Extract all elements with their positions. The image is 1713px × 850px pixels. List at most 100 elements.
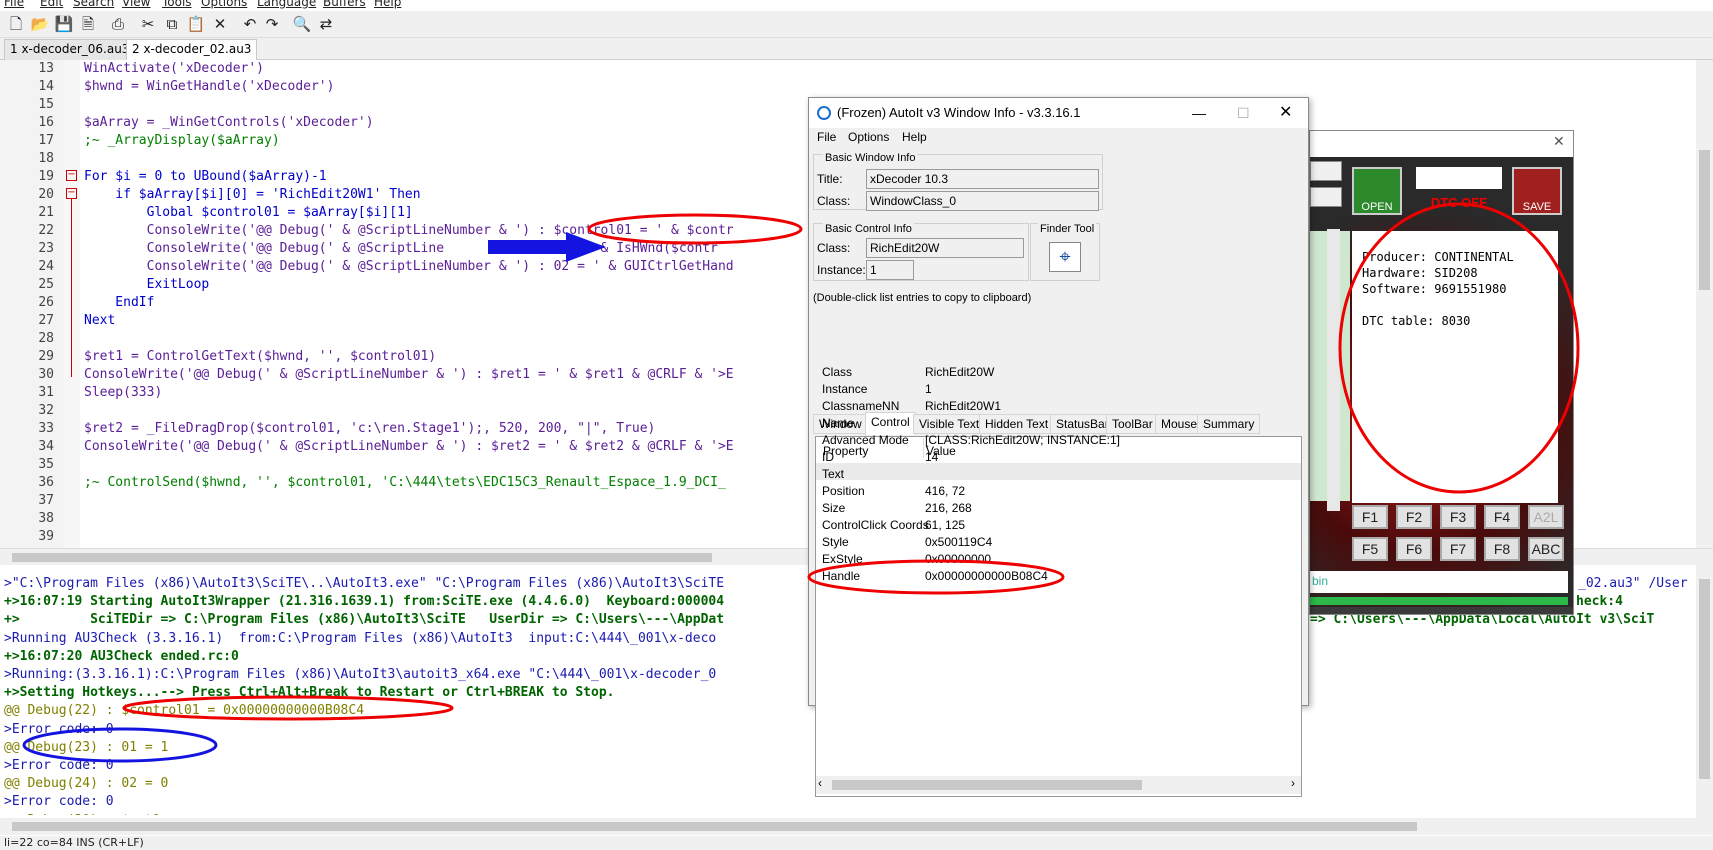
tab-summary[interactable]: Summary [1197, 414, 1261, 434]
menu-edit[interactable]: Edit [40, 0, 63, 9]
abc-button[interactable]: ABC [1528, 537, 1564, 561]
code-line[interactable]: ConsoleWrite('@@ Debug(' & @ScriptLineNu… [84, 366, 734, 384]
undo-icon[interactable]: ↶ [240, 14, 260, 34]
property-name[interactable]: ClassnameNN [822, 399, 899, 413]
code-line[interactable]: ConsoleWrite('@@ Debug(' & @ScriptLineNu… [84, 258, 734, 276]
list-horizontal-scrollbar[interactable]: ‹ › [816, 776, 1301, 794]
property-name[interactable]: Position [822, 484, 865, 498]
open-folder-icon[interactable]: 📂 [30, 14, 50, 34]
menu-options[interactable]: Options [201, 0, 247, 9]
property-name[interactable]: Name [822, 416, 854, 430]
menu-buffers[interactable]: Buffers [323, 0, 366, 9]
menu-help[interactable]: Help [902, 130, 927, 144]
property-value[interactable]: 416, 72 [925, 484, 965, 498]
menu-help[interactable]: Help [374, 0, 401, 9]
property-name[interactable]: ID [822, 450, 834, 464]
fold-icon[interactable]: − [66, 188, 77, 199]
f7-button[interactable]: F7 [1440, 537, 1476, 561]
new-file-icon[interactable]: 🗋 [6, 14, 26, 34]
code-line[interactable]: $ret2 = _FileDragDrop($control01, 'c:\re… [84, 420, 655, 438]
class-field[interactable]: WindowClass_0 [866, 191, 1099, 211]
tab-control[interactable]: Control [865, 412, 916, 435]
f5-button[interactable]: F5 [1352, 537, 1388, 561]
menu-tools[interactable]: Tools [162, 0, 192, 9]
menu-view[interactable]: View [122, 0, 150, 9]
menu-file[interactable]: File [4, 0, 24, 9]
find-icon[interactable]: 🔍 [292, 14, 312, 34]
property-value[interactable]: RichEdit20W [925, 365, 994, 379]
tab-x-decoder-02[interactable]: 2 x-decoder_02.au3 [126, 39, 258, 60]
maximize-icon[interactable]: ☐ [1237, 98, 1250, 128]
code-line[interactable]: For $i = 0 to UBound($aArray)-1 [84, 168, 327, 186]
f8-button[interactable]: F8 [1484, 537, 1520, 561]
code-line[interactable]: ;~ _ArrayDisplay($aArray) [84, 132, 280, 150]
code-line[interactable]: WinActivate('xDecoder') [84, 60, 264, 78]
code-line[interactable]: ExitLoop [84, 276, 210, 294]
property-list[interactable] [815, 436, 1302, 797]
f4-button[interactable]: F4 [1484, 505, 1520, 529]
property-name[interactable]: Class [822, 365, 852, 379]
property-name[interactable]: ControlClick Coords [822, 518, 929, 532]
code-line[interactable]: Sleep(333) [84, 384, 162, 402]
console-vertical-scrollbar[interactable] [1696, 565, 1713, 818]
copy-icon[interactable]: ⧉ [162, 14, 182, 34]
text-field[interactable] [1416, 167, 1502, 189]
close-icon[interactable]: ✕ [1553, 134, 1565, 150]
cut-icon[interactable]: ✂ [138, 14, 158, 34]
print-icon[interactable]: ⎙ [108, 14, 128, 34]
tab-mouse[interactable]: Mouse [1155, 414, 1204, 434]
menu-options[interactable]: Options [848, 130, 889, 144]
close-icon[interactable]: ✕ [1279, 98, 1292, 128]
property-value[interactable]: [CLASS:RichEdit20W; INSTANCE:1] [925, 433, 1120, 447]
code-line[interactable]: ConsoleWrite('@@ Debug(' & @ScriptLineNu… [84, 438, 734, 456]
menu-language[interactable]: Language [257, 0, 316, 9]
code-line[interactable]: EndIf [84, 294, 154, 312]
f2-button[interactable]: F2 [1396, 505, 1432, 529]
save-icon[interactable]: 💾 [54, 14, 74, 34]
property-value[interactable]: 0x500119C4 [925, 535, 992, 549]
instance-field[interactable]: 1 [866, 260, 914, 280]
replace-icon[interactable]: ⇄ [316, 14, 336, 34]
f3-button[interactable]: F3 [1440, 505, 1476, 529]
property-name[interactable]: Style [822, 535, 849, 549]
tab-hidden-text[interactable]: Hidden Text [979, 414, 1055, 434]
tab-visible-text[interactable]: Visible Text [913, 414, 986, 434]
property-name[interactable]: Size [822, 501, 845, 515]
code-line[interactable]: Global $control01 = $aArray[$i][1] [84, 204, 413, 222]
code-line[interactable]: if $aArray[$i][0] = 'RichEdit20W1' Then [84, 186, 420, 204]
finder-crosshair-icon[interactable]: ⌖ [1049, 242, 1081, 272]
toolbar: 🗋 📂 💾 🗎 ⎙ ✂ ⧉ 📋 ✕ ↶ ↷ 🔍 ⇄ [0, 11, 1713, 38]
tab-statusbar[interactable]: StatusBar [1050, 414, 1115, 434]
code-line[interactable]: $aArray = _WinGetControls('xDecoder') [84, 114, 374, 132]
property-name[interactable]: Advanced Mode [822, 433, 909, 447]
property-value[interactable]: 61, 125 [925, 518, 965, 532]
redo-icon[interactable]: ↷ [262, 14, 282, 34]
property-name[interactable]: Text [822, 467, 844, 481]
property-value[interactable]: 1 [925, 382, 932, 396]
code-line[interactable]: $ret1 = ControlGetText($hwnd, '', $contr… [84, 348, 436, 366]
console-horizontal-scrollbar[interactable] [0, 818, 1713, 835]
menu-search[interactable]: Search [73, 0, 114, 9]
minimize-icon[interactable]: — [1192, 98, 1206, 128]
paste-icon[interactable]: 📋 [186, 14, 206, 34]
dropdown[interactable] [1310, 161, 1342, 181]
code-line[interactable]: Next [84, 312, 115, 330]
control-class-field[interactable]: RichEdit20W [866, 238, 1024, 258]
f1-button[interactable]: F1 [1352, 505, 1388, 529]
property-value[interactable]: RichEdit20W1 [925, 399, 1001, 413]
property-name[interactable]: Instance [822, 382, 867, 396]
a2l-button[interactable]: A2L [1528, 505, 1564, 529]
menu-file[interactable]: File [817, 130, 836, 144]
editor-vertical-scrollbar[interactable] [1696, 60, 1713, 548]
fold-icon[interactable]: − [66, 170, 77, 181]
tab-x-decoder-06[interactable]: 1 x-decoder_06.au3 * [4, 39, 146, 60]
f6-button[interactable]: F6 [1396, 537, 1432, 561]
property-value[interactable]: 14 [925, 450, 938, 464]
tab-toolbar[interactable]: ToolBar [1106, 414, 1159, 434]
save-as-icon[interactable]: 🗎 [78, 14, 98, 34]
code-line[interactable]: ;~ ControlSend($hwnd, '', $control01, 'C… [84, 474, 726, 492]
title-field[interactable]: xDecoder 10.3 [866, 169, 1099, 189]
property-value[interactable]: 216, 268 [925, 501, 972, 515]
delete-icon[interactable]: ✕ [210, 14, 230, 34]
code-line[interactable]: $hwnd = WinGetHandle('xDecoder') [84, 78, 334, 96]
